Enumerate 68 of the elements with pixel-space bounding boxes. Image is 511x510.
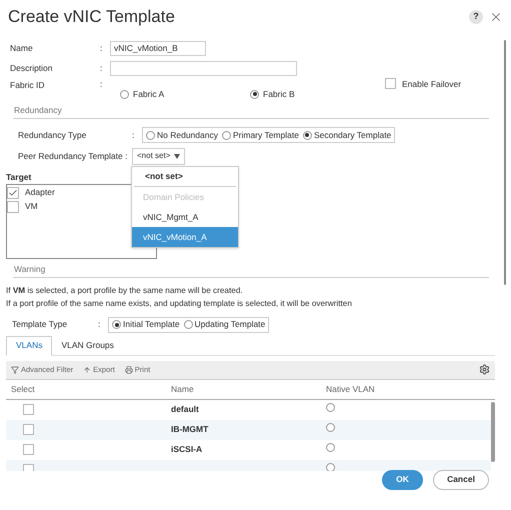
table-cell: iSCSI-A (171, 444, 202, 454)
peer-template-dropdown[interactable]: <not set> (132, 148, 186, 164)
tab[interactable]: VLAN Groups (52, 336, 123, 356)
scrollbar[interactable] (504, 40, 506, 285)
checkbox[interactable] (7, 186, 19, 199)
radio-label: Primary Template (232, 128, 299, 142)
colon: : (100, 62, 104, 74)
radio-label: Secondary Template (314, 128, 392, 142)
tab[interactable]: VLANs (6, 336, 52, 356)
field-label: Template Type (12, 318, 68, 332)
help-button[interactable]: ? (469, 10, 483, 24)
description-field[interactable] (110, 60, 297, 76)
radio-label: Updating Template (194, 318, 266, 332)
radio-button[interactable] (302, 130, 312, 140)
checkbox[interactable] (385, 78, 396, 89)
radio-button[interactable] (326, 402, 335, 412)
field-label: Peer Redundancy Template : (18, 150, 128, 162)
name-field[interactable]: vNIC_vMotion_B (110, 40, 206, 56)
radio-button[interactable] (326, 442, 335, 452)
colon: : (100, 42, 104, 54)
colon: : (98, 318, 102, 332)
dialog-title: Create vNIC Template (8, 6, 176, 28)
field-label: Name (10, 42, 34, 54)
radio-label: Initial Template (123, 318, 180, 332)
radio-button[interactable] (250, 90, 259, 98)
section-title: Redundancy (13, 104, 63, 117)
caret-icon (174, 154, 180, 158)
menu-item[interactable]: vNIC_Mgmt_A (132, 207, 238, 227)
arrow-up-icon (83, 366, 92, 374)
warning-text: If a port profile of the same name exists, and updating template is selected, it will be overwritten (6, 298, 353, 310)
column-header: Name (170, 382, 195, 396)
settings-icon[interactable] (479, 364, 490, 376)
field-label: Redundancy Type (18, 128, 88, 142)
radio-label: No Redundancy (157, 128, 218, 142)
table-cell: IB-MGMT (171, 424, 208, 434)
menu-item[interactable]: <not set> (134, 167, 236, 187)
section-title: Target (6, 172, 32, 182)
printer-icon (124, 366, 133, 374)
warning-text: If VM is selected, a port profile by the same name will be created. (6, 284, 244, 297)
colon: : (100, 78, 104, 91)
section-title: Warning (13, 262, 46, 276)
radio-button[interactable] (112, 320, 121, 330)
checkbox-label: Enable Failover (402, 78, 462, 91)
field-label: Fabric ID (10, 79, 46, 92)
checkbox-label: Adapter (25, 186, 55, 200)
column-header: Native VLAN (326, 382, 376, 396)
scrollbar[interactable] (491, 402, 495, 462)
checkbox[interactable] (23, 404, 34, 416)
filter-icon (11, 366, 19, 374)
radio-button[interactable] (326, 422, 335, 432)
field-label: Description (10, 62, 54, 74)
cancel-button[interactable]: Cancel (433, 470, 489, 490)
checkbox[interactable] (23, 444, 34, 456)
checkbox-label: VM (25, 200, 38, 214)
radio-button[interactable] (184, 320, 193, 330)
radio-button[interactable] (120, 90, 129, 98)
column-header: Select (10, 382, 36, 396)
radio-label: Fabric B (263, 88, 295, 100)
menu-group-label: Domain Policies (142, 190, 205, 204)
radio-label: Fabric A (133, 88, 164, 100)
table-row[interactable]: IB-MGMT (6, 420, 491, 440)
checkbox[interactable] (23, 424, 34, 436)
colon: : (132, 128, 136, 142)
radio-button[interactable] (146, 130, 155, 140)
radio-button[interactable] (326, 462, 335, 471)
radio-button[interactable] (222, 130, 231, 140)
checkbox[interactable] (7, 200, 19, 213)
table-cell: default (171, 404, 199, 414)
